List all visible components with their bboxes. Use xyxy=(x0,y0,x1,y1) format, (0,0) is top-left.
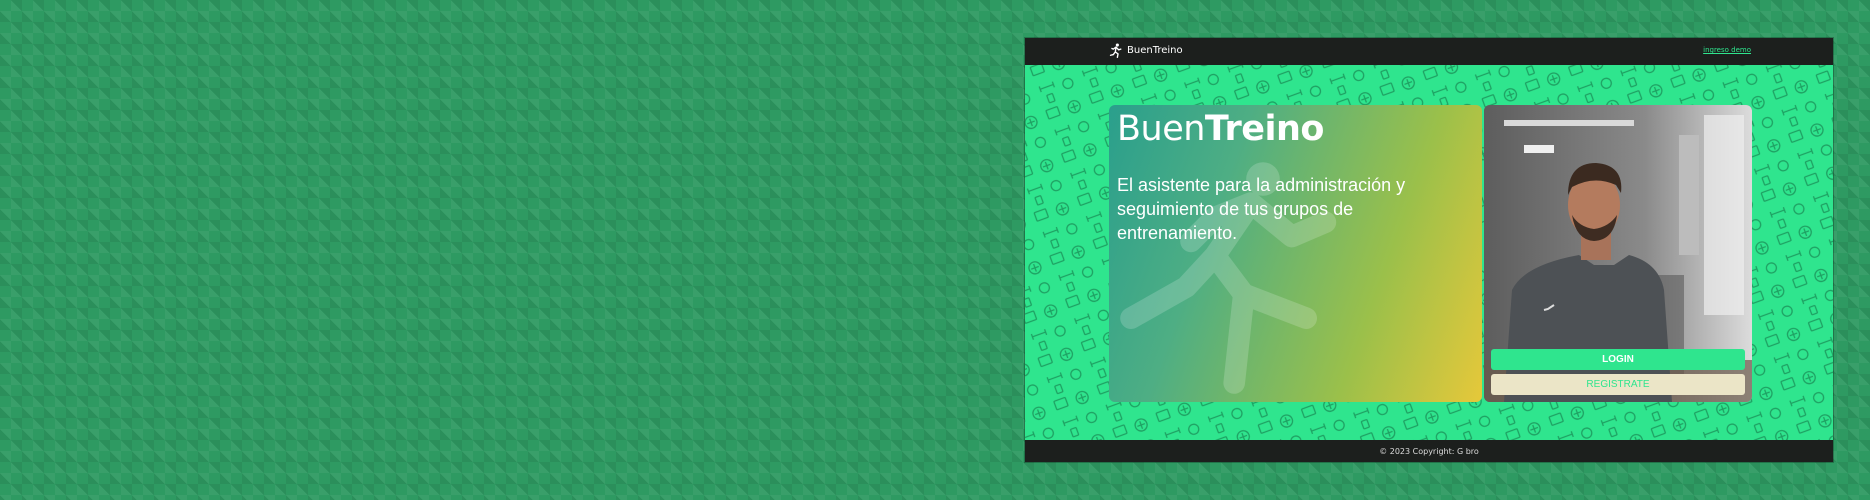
navbar: BuenTreino ingreso demo xyxy=(1025,38,1833,65)
demo-login-link[interactable]: ingreso demo xyxy=(1703,46,1751,54)
brand-name: BuenTreino xyxy=(1127,45,1183,56)
hero-subtitle: El asistente para la administración y se… xyxy=(1117,175,1406,243)
footer: © 2023 Copyright: G bro xyxy=(1025,440,1833,462)
runner-logo-icon xyxy=(1109,43,1122,58)
hero-title-bold: Treino xyxy=(1204,109,1325,149)
hero-panel: BuenTreino El asistente para la administ… xyxy=(1109,105,1482,402)
fitness-pattern-background: BuenTreino El asistente para la administ… xyxy=(1025,65,1833,440)
app-window: BuenTreino ingreso demo BuenTreino El as… xyxy=(1025,38,1833,462)
photo-card: LOGIN REGISTRATE xyxy=(1484,105,1752,402)
brand[interactable]: BuenTreino xyxy=(1109,43,1183,58)
copyright-text: © 2023 Copyright: G bro xyxy=(1379,446,1479,456)
login-button[interactable]: LOGIN xyxy=(1491,349,1745,370)
register-button[interactable]: REGISTRATE xyxy=(1491,374,1745,395)
hero-title-light: Buen xyxy=(1117,109,1205,149)
hero-title: BuenTreino xyxy=(1117,109,1324,149)
